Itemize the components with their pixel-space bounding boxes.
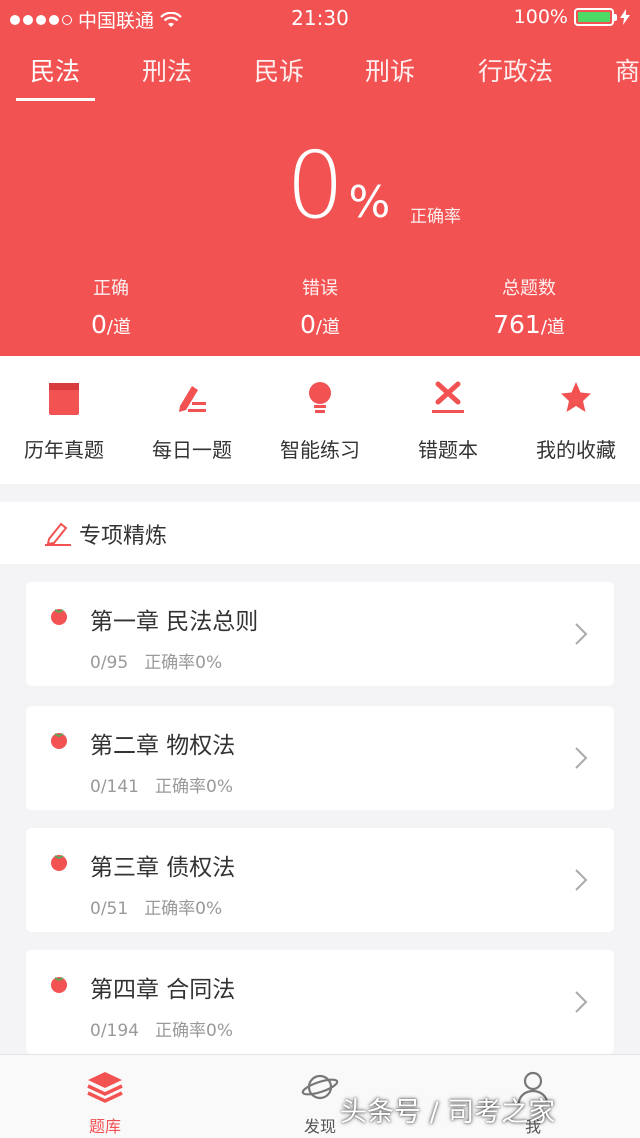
chapter-progress: 0/95 — [90, 653, 129, 673]
tab-civil-procedure[interactable]: 民诉 — [254, 52, 304, 88]
pen-write-icon — [179, 386, 206, 412]
pencil-icon — [45, 522, 71, 546]
chevron-right-icon — [575, 747, 588, 769]
tomato-icon — [51, 977, 67, 993]
tab-civil-law[interactable]: 民法 — [30, 52, 80, 88]
stat-correct-unit: /道 — [106, 317, 131, 338]
stat-correct-label: 正确 — [93, 278, 129, 299]
chapter-accuracy: 正确率0% — [144, 653, 223, 673]
smart-practice-button[interactable]: 智能练习 — [256, 378, 384, 463]
subject-tabs: 民法 刑法 民诉 刑诉 行政法 商 — [0, 52, 640, 102]
daily-question-label: 每日一题 — [152, 438, 232, 462]
stat-wrong: 错误 0/道 — [240, 274, 400, 339]
layers-icon — [87, 1072, 123, 1103]
smart-practice-label: 智能练习 — [280, 438, 360, 462]
chapter-card[interactable]: 第三章 债权法 0/51 正确率0% — [26, 828, 614, 932]
stat-total-unit: /道 — [540, 317, 565, 338]
chapter-meta: 0/141 正确率0% — [90, 772, 233, 797]
section-title: 专项精炼 — [79, 524, 168, 549]
stat-total: 总题数 761/道 — [449, 274, 609, 339]
stat-wrong-value: 0 — [300, 310, 316, 339]
chevron-right-icon — [575, 991, 588, 1013]
chapter-progress: 0/194 — [90, 1021, 139, 1041]
chapter-card[interactable]: 第四章 合同法 0/194 正确率0% — [26, 950, 614, 1054]
stat-wrong-unit: /道 — [315, 317, 340, 338]
tab-administrative-law[interactable]: 行政法 — [478, 52, 553, 88]
daily-question-button[interactable]: 每日一题 — [128, 378, 256, 463]
tab-criminal-law[interactable]: 刑法 — [142, 52, 192, 88]
status-bar: 中国联通 21:30 100% — [0, 0, 640, 36]
chapter-progress: 0/141 — [90, 777, 139, 797]
nav-question-bank-label: 题库 — [88, 1117, 121, 1136]
stat-total-value: 761 — [493, 310, 541, 339]
tomato-icon — [51, 609, 67, 625]
chapter-card[interactable]: 第一章 民法总则 0/95 正确率0% — [26, 582, 614, 686]
wrong-book-label: 错题本 — [418, 438, 478, 462]
chapter-progress: 0/51 — [90, 899, 129, 919]
active-tab-indicator — [16, 98, 95, 101]
chapter-meta: 0/51 正确率0% — [90, 894, 222, 919]
chapter-title: 第一章 民法总则 — [90, 609, 259, 635]
chapter-accuracy: 正确率0% — [155, 777, 233, 797]
planet-icon — [301, 1074, 339, 1100]
chapter-meta: 0/194 正确率0% — [90, 1016, 233, 1041]
battery-percent: 100% — [513, 6, 568, 28]
stat-total-label: 总题数 — [502, 278, 556, 299]
header-panel: 中国联通 21:30 100% 民法 刑法 民诉 刑诉 行政法 商 0 % 正确… — [0, 0, 640, 356]
star-icon — [561, 382, 591, 412]
stat-correct-value: 0 — [91, 310, 107, 339]
stat-wrong-label: 错误 — [302, 278, 338, 299]
accuracy-label: 正确率 — [410, 207, 461, 227]
tomato-icon — [51, 855, 67, 871]
cross-icon — [432, 381, 464, 413]
tab-commercial-law[interactable]: 商 — [615, 52, 640, 88]
book-icon — [49, 383, 79, 415]
battery-icon — [574, 8, 617, 26]
chapter-title: 第四章 合同法 — [90, 977, 236, 1003]
chapter-accuracy: 正确率0% — [144, 899, 223, 919]
favorites-button[interactable]: 我的收藏 — [512, 378, 640, 463]
chevron-right-icon — [575, 869, 588, 891]
stat-correct: 正确 0/道 — [31, 274, 191, 339]
chapter-accuracy: 正确率0% — [155, 1021, 233, 1041]
watermark-text: 头条号 / 司考之家 — [340, 1097, 556, 1128]
quick-actions: 历年真题 每日一题 智能练习 错题本 我的收藏 — [0, 356, 640, 484]
nav-question-bank[interactable]: 题库 — [65, 1069, 145, 1137]
chevron-right-icon — [575, 623, 588, 645]
accuracy-unit: % — [348, 177, 391, 228]
tab-criminal-procedure[interactable]: 刑诉 — [365, 52, 415, 88]
charging-icon — [620, 9, 630, 25]
tomato-icon — [51, 733, 67, 749]
chapter-title: 第二章 物权法 — [90, 733, 236, 759]
accuracy-value: 0 — [286, 132, 345, 239]
chapter-title: 第三章 债权法 — [90, 855, 236, 881]
chapter-card[interactable]: 第二章 物权法 0/141 正确率0% — [26, 706, 614, 810]
status-right: 100% — [514, 6, 630, 28]
past-exams-button[interactable]: 历年真题 — [0, 378, 128, 463]
lightbulb-icon — [309, 382, 331, 413]
accuracy-display: 0 % — [286, 140, 390, 232]
past-exams-label: 历年真题 — [24, 438, 104, 462]
favorites-label: 我的收藏 — [536, 438, 616, 462]
chapter-meta: 0/95 正确率0% — [90, 648, 222, 673]
special-training-header: 专项精炼 — [0, 502, 640, 564]
wrong-book-button[interactable]: 错题本 — [384, 378, 512, 463]
